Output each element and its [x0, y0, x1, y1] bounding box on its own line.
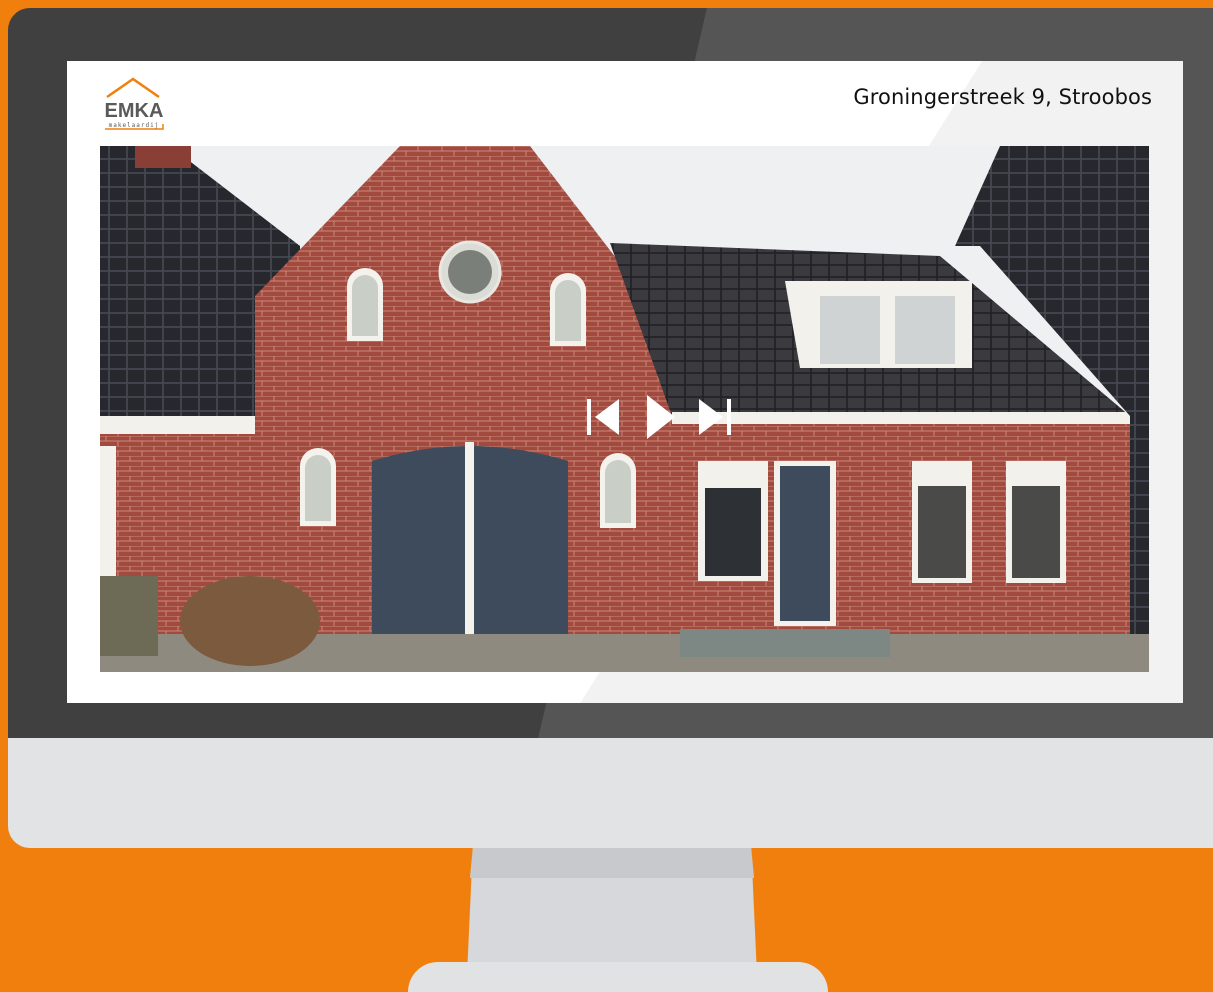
monitor: EMKA makelaardij Groningerstreek 9, Stro… — [8, 8, 1213, 848]
screen: EMKA makelaardij Groningerstreek 9, Stro… — [67, 61, 1183, 703]
listing-address: Groningerstreek 9, Stroobos — [853, 85, 1152, 109]
next-icon[interactable] — [693, 393, 733, 441]
play-icon[interactable] — [643, 393, 677, 441]
previous-icon[interactable] — [585, 393, 625, 441]
slideshow-controls — [585, 393, 735, 443]
logo-sub-text: makelaardij — [109, 122, 160, 129]
monitor-chin — [8, 738, 1213, 848]
emka-logo[interactable]: EMKA makelaardij — [99, 75, 169, 133]
monitor-stand-shadow — [469, 848, 755, 878]
monitor-base — [408, 962, 828, 992]
logo-brand-text: EMKA — [105, 100, 164, 122]
monitor-bezel: EMKA makelaardij Groningerstreek 9, Stro… — [8, 8, 1213, 738]
house-photo — [100, 146, 1149, 672]
